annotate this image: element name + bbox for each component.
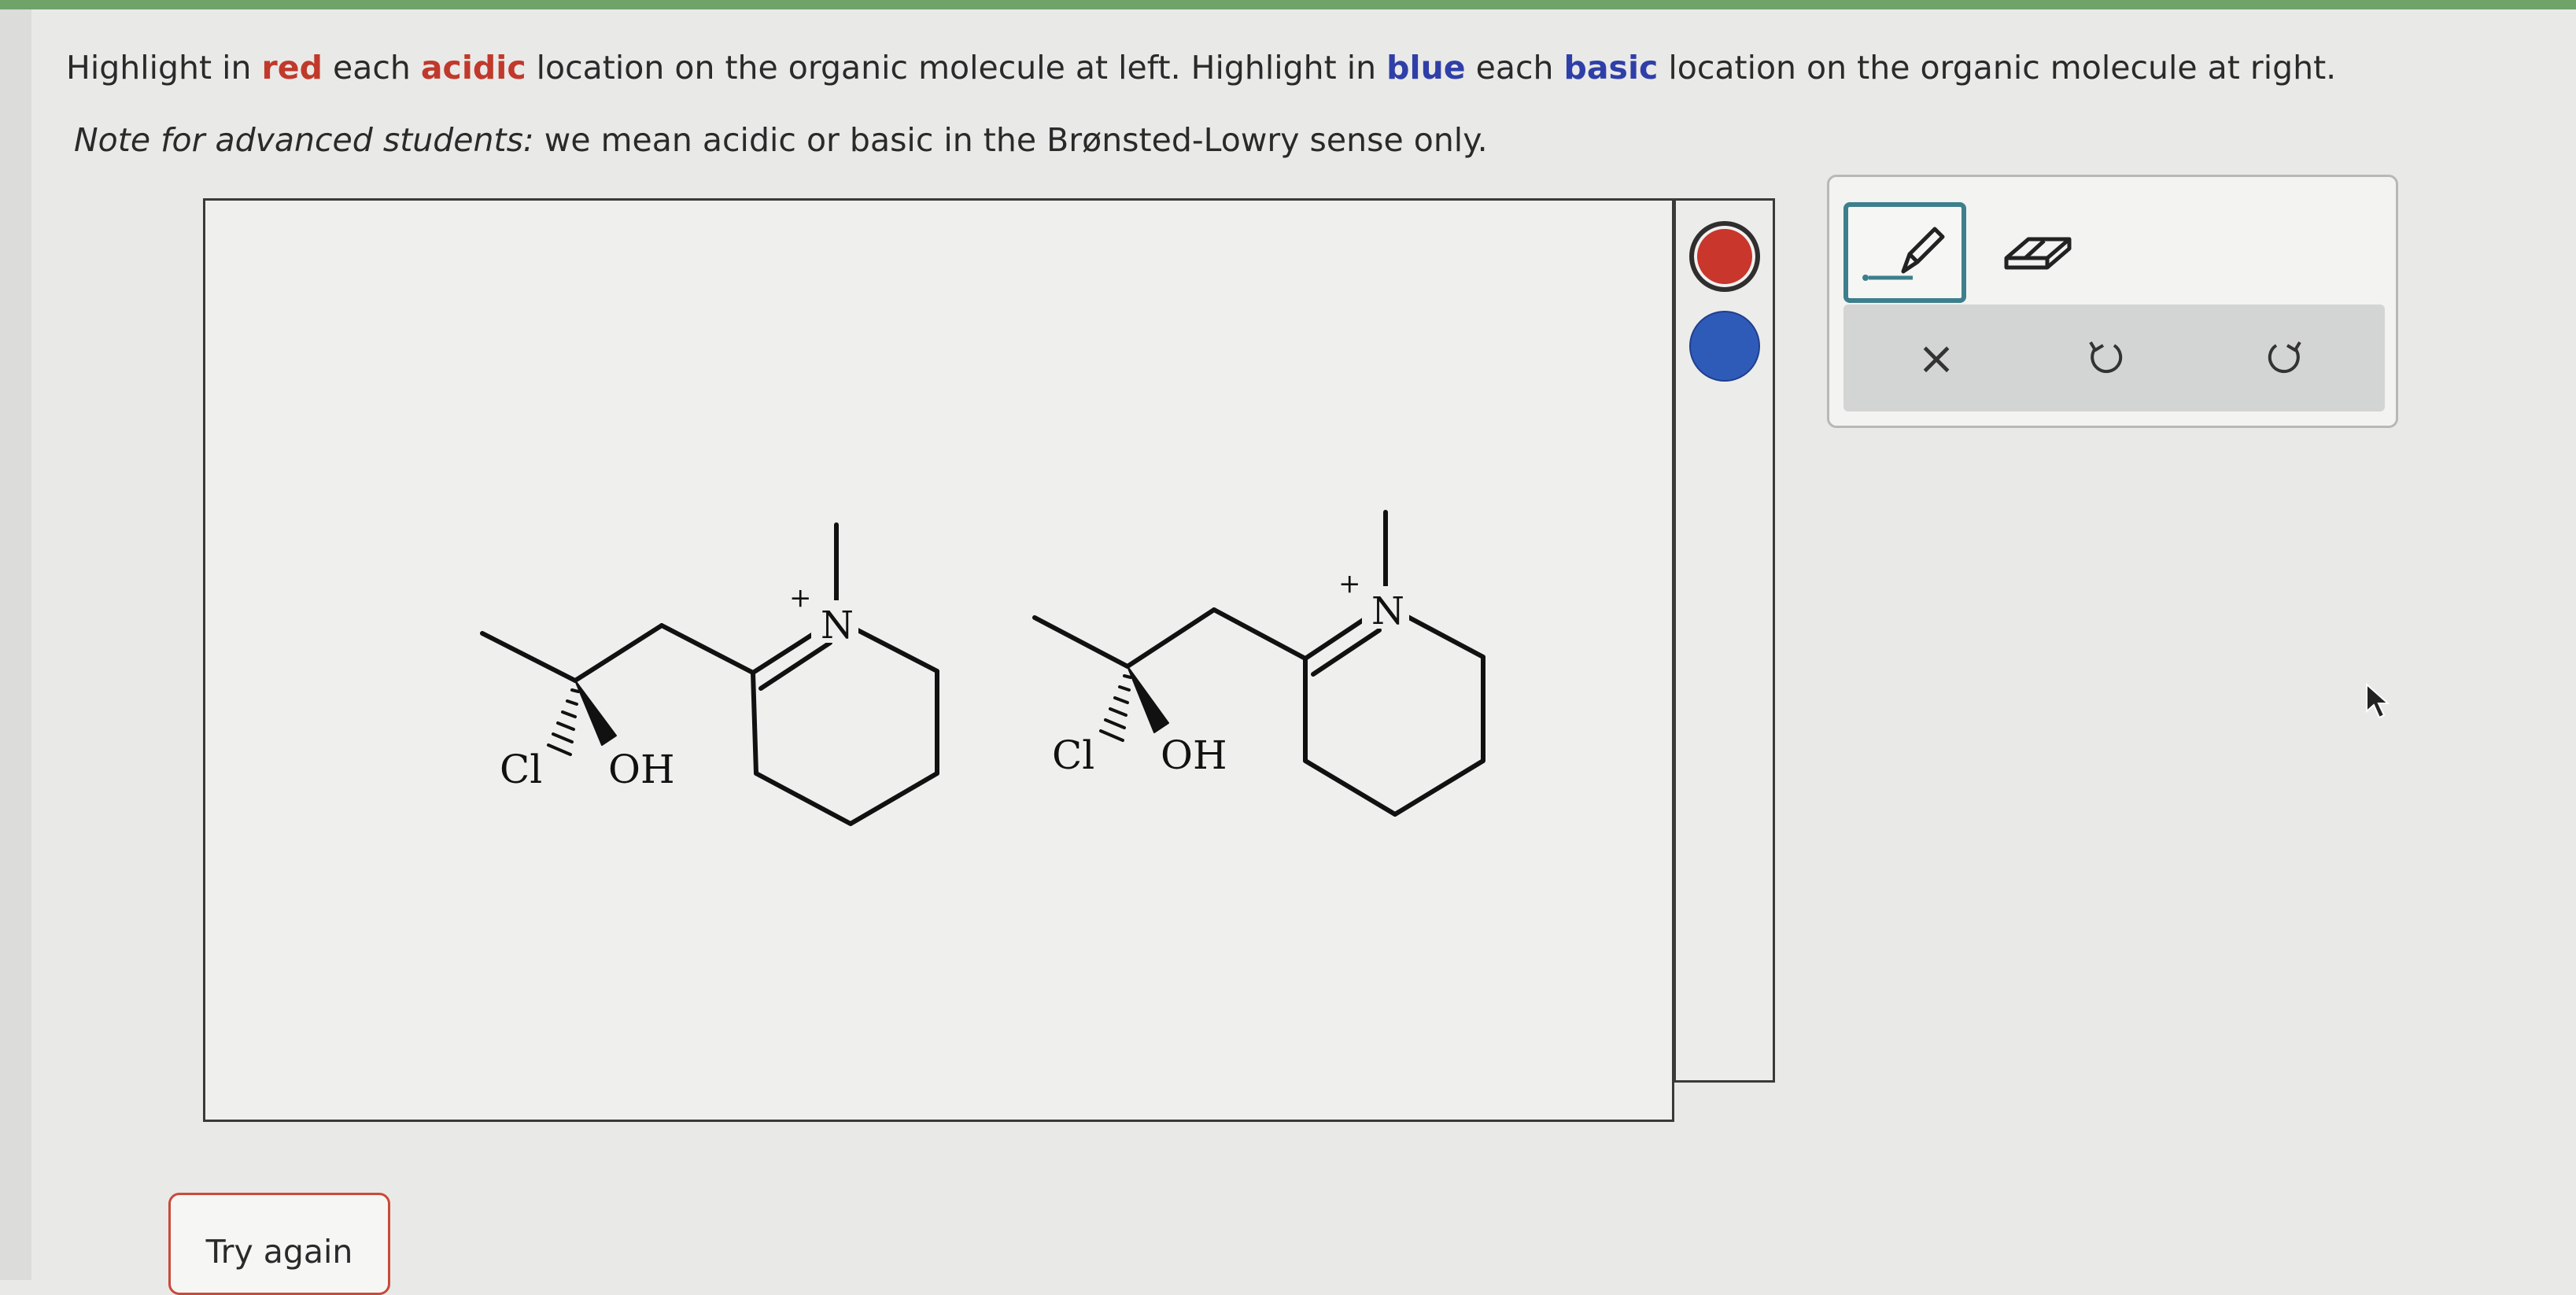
right-linker-bond[interactable] bbox=[1212, 607, 1308, 661]
left-edge bbox=[0, 9, 31, 1280]
tool-panel: × bbox=[1827, 175, 2398, 428]
right-cl-label[interactable]: Cl bbox=[1052, 732, 1094, 778]
left-charge: + bbox=[789, 582, 812, 614]
redo-icon bbox=[2268, 341, 2301, 374]
close-icon: × bbox=[1917, 331, 1956, 385]
left-solid-wedge-oh[interactable] bbox=[574, 680, 617, 746]
left-n-label[interactable]: N bbox=[821, 603, 854, 648]
advanced-note: Note for advanced students: we mean acid… bbox=[74, 118, 2434, 162]
right-ch2-bond[interactable] bbox=[1125, 607, 1216, 669]
right-oh-label[interactable]: OH bbox=[1161, 732, 1227, 778]
right-ring[interactable] bbox=[1303, 603, 1485, 817]
blue-keyword: blue bbox=[1386, 49, 1466, 87]
right-double-bond[interactable] bbox=[1311, 628, 1382, 677]
molecules-drawing[interactable]: N + Cl OH N + Cl OH bbox=[205, 201, 1672, 1120]
redo-button[interactable] bbox=[2238, 320, 2333, 396]
acidic-keyword: acidic bbox=[420, 49, 526, 87]
drawing-canvas[interactable]: N + Cl OH N + Cl OH bbox=[203, 198, 1674, 1122]
basic-keyword: basic bbox=[1563, 49, 1659, 87]
undo-icon bbox=[2089, 341, 2123, 374]
right-methyl-bond[interactable] bbox=[1032, 615, 1130, 669]
left-hash-wedge-cl[interactable] bbox=[547, 688, 580, 756]
left-cl-label[interactable]: Cl bbox=[500, 747, 542, 792]
clear-button[interactable]: × bbox=[1889, 320, 1984, 396]
undo-button[interactable] bbox=[2057, 320, 2152, 396]
mouse-pointer-icon bbox=[2366, 682, 2390, 719]
note-lead: Note for advanced students: bbox=[74, 121, 534, 159]
right-solid-wedge-oh[interactable] bbox=[1127, 666, 1169, 733]
right-n-label[interactable]: N bbox=[1371, 589, 1404, 633]
left-ring[interactable] bbox=[751, 617, 939, 826]
pencil-icon bbox=[1862, 227, 1945, 281]
red-keyword: red bbox=[261, 49, 323, 87]
left-oh-label[interactable]: OH bbox=[608, 747, 675, 792]
blue-color-swatch[interactable] bbox=[1689, 311, 1760, 382]
left-methyl-bond[interactable] bbox=[480, 631, 578, 683]
action-bar: × bbox=[1843, 304, 2385, 411]
note-body: we mean acidic or basic in the Brønsted-… bbox=[533, 121, 1488, 159]
right-molecule[interactable] bbox=[1032, 510, 1485, 817]
instructions: Highlight in red each acidic location on… bbox=[66, 49, 2337, 87]
left-ch2-bond[interactable] bbox=[573, 623, 664, 683]
pencil-tool-button[interactable] bbox=[1843, 202, 1966, 303]
right-charge: + bbox=[1338, 568, 1361, 600]
eraser-tool-button[interactable] bbox=[1995, 212, 2081, 290]
color-palette bbox=[1674, 198, 1775, 1083]
eraser-icon bbox=[2004, 237, 2072, 270]
top-accent-bar bbox=[0, 0, 2576, 9]
right-hash-wedge-cl[interactable] bbox=[1099, 674, 1132, 742]
left-molecule[interactable] bbox=[480, 522, 939, 826]
left-linker-bond[interactable] bbox=[659, 623, 755, 675]
left-double-bond[interactable] bbox=[758, 640, 832, 691]
red-color-swatch[interactable] bbox=[1689, 221, 1760, 292]
